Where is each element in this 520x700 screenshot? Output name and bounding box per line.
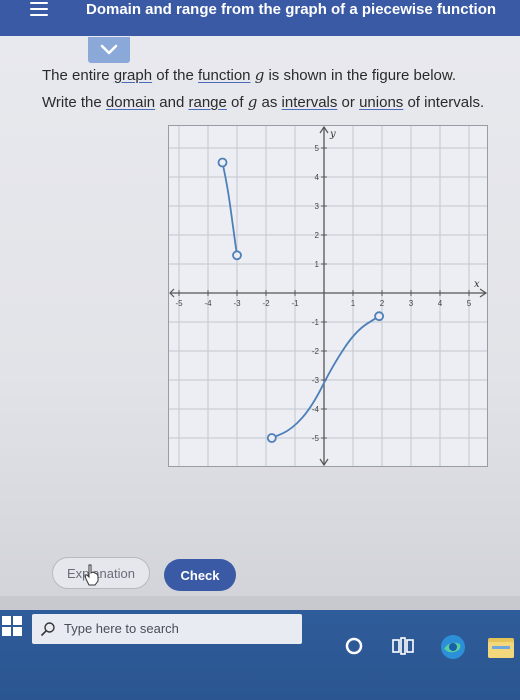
question-text: The entire graph of the function g is sh… <box>42 62 484 116</box>
x-tick-label: 5 <box>467 299 472 308</box>
x-tick-label: 3 <box>409 299 414 308</box>
x-tick-label: 4 <box>438 299 443 308</box>
start-point <box>217 157 228 168</box>
end-point <box>374 311 385 322</box>
x-axis-label: x <box>474 279 480 290</box>
page-footer-band <box>0 596 520 610</box>
chevron-down-icon <box>100 44 118 55</box>
text-fragment: of the <box>152 67 198 84</box>
text-fragment: or <box>337 94 360 111</box>
check-button[interactable]: Check <box>164 559 236 591</box>
collapse-button[interactable] <box>88 37 130 63</box>
cortana-icon[interactable] <box>344 636 364 656</box>
search-placeholder: Type here to search <box>64 621 179 636</box>
edge-browser-icon[interactable] <box>438 632 468 662</box>
taskbar: Type here to search <box>0 610 520 700</box>
top-bar: Domain and range from the graph of a pie… <box>0 0 520 36</box>
function-symbol: g <box>247 93 258 111</box>
text-fragment: The entire <box>42 67 114 84</box>
question-line-2: Write the domain and range of g as inter… <box>42 89 484 116</box>
x-tick-label: -3 <box>233 299 241 308</box>
y-tick-label: 5 <box>315 144 320 153</box>
y-tick-label: 1 <box>315 260 320 269</box>
menu-icon[interactable] <box>30 2 48 16</box>
y-tick-label: 2 <box>315 231 320 240</box>
text-fragment: is shown in the figure below. <box>264 67 457 84</box>
y-tick-label: -4 <box>312 405 320 414</box>
text-fragment: and <box>155 94 189 111</box>
text-fragment: of <box>226 94 248 111</box>
function-symbol: g <box>254 66 265 84</box>
glossary-link-function[interactable]: function <box>198 67 251 84</box>
explanation-button[interactable]: Explanation <box>52 557 150 589</box>
y-tick-label: -5 <box>312 434 320 443</box>
end-point <box>232 250 242 261</box>
file-explorer-icon[interactable] <box>486 634 516 660</box>
glossary-link-domain[interactable]: domain <box>106 94 155 111</box>
page-title: Domain and range from the graph of a pie… <box>86 1 497 18</box>
text-fragment: of intervals. <box>403 94 485 111</box>
y-axis-label: y <box>329 129 336 140</box>
graph-svg: x y -5 -4 -3 -2 -1 1 2 3 4 5 5 4 3 2 1 -1 -2 -3 -4 -5 <box>168 125 488 467</box>
y-tick-label: -2 <box>312 347 320 356</box>
y-tick-label: 4 <box>315 173 320 182</box>
taskbar-search-box[interactable]: Type here to search <box>32 614 302 644</box>
glossary-link-unions[interactable]: unions <box>359 94 403 111</box>
question-line-1: The entire graph of the function g is sh… <box>42 62 484 89</box>
x-tick-label: -4 <box>204 299 212 308</box>
glossary-link-intervals[interactable]: intervals <box>282 94 338 111</box>
text-fragment: Write the <box>42 94 106 111</box>
x-tick-label: -2 <box>262 299 270 308</box>
y-tick-label: -3 <box>312 376 320 385</box>
y-tick-label: 3 <box>315 202 320 211</box>
text-fragment: as <box>257 94 282 111</box>
task-view-icon[interactable] <box>392 637 414 655</box>
hand-cursor-icon <box>84 564 99 586</box>
x-tick-label: 1 <box>351 299 356 308</box>
glossary-link-graph[interactable]: graph <box>114 67 152 84</box>
glossary-link-range[interactable]: range <box>189 94 227 111</box>
x-tick-label: -1 <box>291 299 299 308</box>
windows-start-icon[interactable] <box>2 616 22 636</box>
x-tick-label: 2 <box>380 299 385 308</box>
start-point <box>266 433 277 443</box>
graph-figure: x y -5 -4 -3 -2 -1 1 2 3 4 5 5 4 3 2 1 -1 -2 -3 -4 -5 <box>168 125 488 467</box>
x-tick-label: -5 <box>175 299 183 308</box>
y-tick-label: -1 <box>312 318 320 327</box>
search-icon <box>40 622 55 637</box>
